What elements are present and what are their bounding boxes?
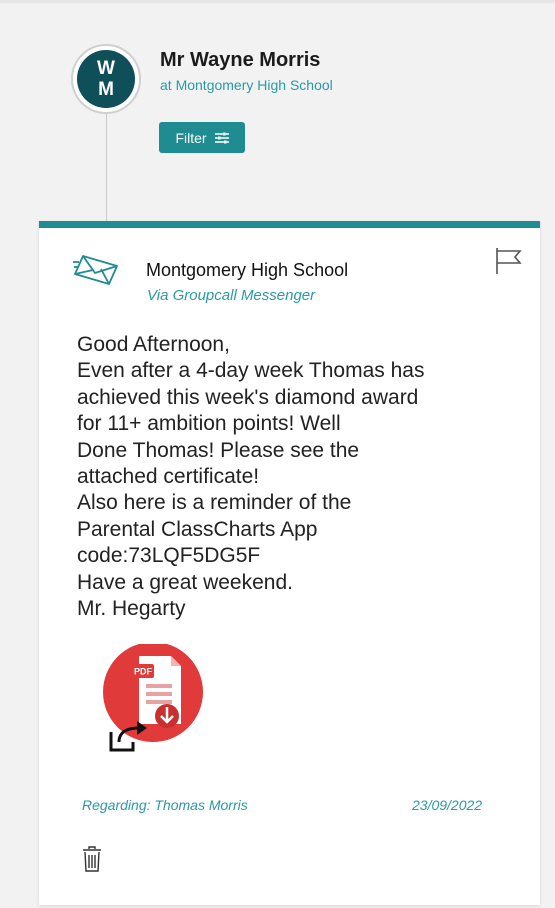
message-line: Good Afternoon, — [77, 333, 230, 356]
flag-icon[interactable] — [493, 246, 523, 276]
pdf-attachment[interactable]: PDF — [101, 642, 205, 754]
message-line: Parental ClassCharts App — [77, 517, 318, 541]
school-name: Montgomery High School — [146, 260, 349, 280]
timeline-connector — [106, 110, 107, 228]
regarding-label: Regarding: Thomas Morris — [82, 797, 248, 813]
message-line: achieved this week's diamond award — [77, 385, 419, 409]
sliders-icon — [214, 132, 229, 143]
avatar-initial-2: M — [98, 79, 114, 100]
filter-label: Filter — [175, 129, 207, 146]
message-line: Also here is a reminder of the — [77, 491, 352, 515]
message-card: Montgomery High School Via Groupcall Mes… — [39, 221, 540, 905]
message-line: attached certificate! — [77, 465, 260, 489]
envelope-icon — [73, 255, 118, 285]
filter-button[interactable]: Filter — [159, 122, 245, 153]
message-date: 23/09/2022 — [412, 797, 483, 813]
sender-org: at Montgomery High School — [160, 77, 333, 93]
message-line: Done Thomas! Please see the — [77, 438, 360, 462]
pdf-type-label: PDF — [134, 667, 153, 677]
avatar-initial-1: W — [97, 58, 115, 79]
message-line: for 11+ ambition points! Well — [77, 412, 341, 436]
avatar[interactable]: W M — [77, 50, 135, 108]
message-line: Have a great weekend. — [77, 570, 293, 594]
sender-name: Mr Wayne Morris — [160, 49, 321, 71]
message-line: code:73LQF5DG5F — [77, 544, 261, 568]
via-label: Via Groupcall Messenger — [147, 287, 316, 304]
message-line: Even after a 4-day week Thomas has — [77, 359, 425, 383]
trash-icon[interactable] — [81, 846, 103, 872]
top-divider — [0, 0, 555, 3]
message-body: Good Afternoon, Even after a 4-day week … — [77, 332, 517, 622]
message-line: Mr. Hegarty — [77, 597, 186, 621]
